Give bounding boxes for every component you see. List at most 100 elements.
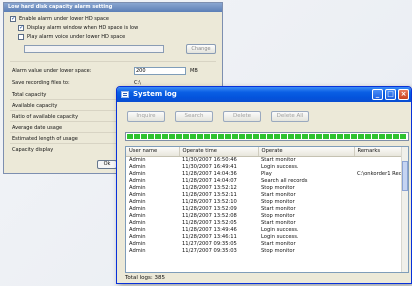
table-row[interactable]: Admin 11/28/2007 13:52:09 Start monitor bbox=[126, 205, 408, 213]
operate-cell: Search all records bbox=[261, 177, 308, 184]
user-name-cell: Admin bbox=[129, 198, 146, 205]
user-name-cell: Admin bbox=[129, 170, 146, 177]
column-header-user-name[interactable]: User name bbox=[126, 147, 180, 157]
enable-alarm-label: Enable alarm under lower HD space bbox=[19, 16, 109, 22]
delete-all-button[interactable]: Delete All bbox=[271, 111, 309, 122]
operate-cell: Start monitor bbox=[261, 240, 296, 247]
scrollbar-thumb[interactable] bbox=[402, 161, 408, 191]
user-name-cell: Admin bbox=[129, 219, 146, 226]
checkbox-box[interactable] bbox=[18, 24, 24, 31]
system-log-window: System log _ □ × Inquire Search Delete D… bbox=[116, 86, 412, 284]
user-name-cell: Admin bbox=[129, 184, 146, 191]
total-logs-status: Total logs: 385 bbox=[125, 275, 165, 281]
user-name-cell: Admin bbox=[129, 247, 146, 254]
operate-time-cell: 11/28/2007 14:04:07 bbox=[182, 177, 237, 184]
operate-time-cell: 11/28/2007 14:04:36 bbox=[182, 170, 237, 177]
display-alarm-window-label: Display alarm window when HD space is lo… bbox=[27, 25, 139, 31]
log-table-body: Admin 11/30/2007 16:50:46 Start monitor Adm… bbox=[126, 156, 408, 255]
operate-time-cell: 11/28/2007 13:52:05 bbox=[182, 219, 237, 226]
table-row[interactable]: Admin 11/28/2007 13:52:11 Start monitor bbox=[126, 191, 408, 199]
system-log-titlebar[interactable]: System log _ □ × bbox=[117, 87, 411, 102]
capacity-display-label: Capacity display bbox=[12, 147, 54, 153]
table-header-row: User name Operate time Operate Remarks bbox=[126, 147, 408, 157]
display-alarm-window-checkbox[interactable]: Display alarm window when HD space is lo… bbox=[18, 24, 139, 31]
table-row[interactable]: Admin 11/28/2007 14:04:07 Search all recor… bbox=[126, 177, 408, 185]
delete-button[interactable]: Delete bbox=[223, 111, 261, 122]
column-header-operate[interactable]: Operate bbox=[258, 147, 355, 157]
operate-time-cell: 11/30/2007 16:49:41 bbox=[182, 163, 237, 170]
alarm-value-input[interactable] bbox=[134, 67, 186, 75]
ok-button[interactable]: Ok bbox=[97, 160, 117, 169]
operate-time-cell: 11/27/2007 09:35:05 bbox=[182, 240, 237, 247]
user-name-cell: Admin bbox=[129, 212, 146, 219]
inquire-button[interactable]: Inquire bbox=[127, 111, 165, 122]
total-capacity-label: Total capacity bbox=[12, 92, 47, 98]
operate-cell: Login success. bbox=[261, 233, 299, 240]
search-button[interactable]: Search bbox=[175, 111, 213, 122]
log-table[interactable]: User name Operate time Operate Remarks A… bbox=[125, 146, 409, 273]
save-path-label: Save recording files to: bbox=[12, 80, 70, 86]
table-row[interactable]: Admin 11/28/2007 13:52:12 Stop monitor bbox=[126, 184, 408, 192]
user-name-cell: Admin bbox=[129, 240, 146, 247]
estimated-length-label: Estimated length of usage bbox=[12, 136, 78, 142]
operate-time-cell: 11/28/2007 13:49:46 bbox=[182, 226, 237, 233]
play-alarm-voice-label: Play alarm voice under lower HD space bbox=[27, 34, 126, 40]
table-row[interactable]: Admin 11/27/2007 09:35:03 Stop monitor bbox=[126, 247, 408, 255]
app-icon bbox=[121, 91, 129, 98]
user-name-cell: Admin bbox=[129, 233, 146, 240]
operate-cell: Start monitor bbox=[261, 156, 296, 163]
user-name-cell: Admin bbox=[129, 156, 146, 163]
operate-cell: Stop monitor bbox=[261, 247, 295, 254]
table-row[interactable]: Admin 11/28/2007 13:52:08 Stop monitor bbox=[126, 212, 408, 220]
operate-time-cell: 11/27/2007 09:35:03 bbox=[182, 247, 237, 254]
table-row[interactable]: Admin 11/28/2007 13:52:05 Start monitor bbox=[126, 219, 408, 227]
operate-time-cell: 11/28/2007 13:52:10 bbox=[182, 198, 237, 205]
table-row[interactable]: Admin 11/28/2007 13:49:46 Login success. bbox=[126, 226, 408, 234]
operate-time-cell: 11/28/2007 13:52:09 bbox=[182, 205, 237, 212]
progress-fill bbox=[127, 134, 407, 139]
operate-cell: Start monitor bbox=[261, 219, 296, 226]
alarm-window-title: Low hard disk capacity alarm setting bbox=[4, 3, 222, 12]
alarm-value-label: Alarm value under lower space: bbox=[12, 68, 92, 74]
operate-cell: Stop monitor bbox=[261, 198, 295, 205]
play-alarm-voice-checkbox[interactable]: Play alarm voice under lower HD space bbox=[18, 34, 125, 40]
alarm-unit-label: MB bbox=[190, 68, 198, 74]
maximize-icon[interactable]: □ bbox=[385, 89, 396, 100]
table-row[interactable]: Admin 11/28/2007 13:52:10 Stop monitor bbox=[126, 198, 408, 206]
vertical-scrollbar[interactable] bbox=[401, 147, 408, 272]
operate-cell: Start monitor bbox=[261, 191, 296, 198]
table-row[interactable]: Admin 11/28/2007 14:04:36 Play C:\onkorder1… bbox=[126, 170, 408, 178]
checkbox-box[interactable] bbox=[10, 15, 16, 22]
system-log-title: System log bbox=[133, 90, 177, 98]
available-capacity-label: Available capacity bbox=[12, 103, 58, 109]
operate-cell: Stop monitor bbox=[261, 184, 295, 191]
operate-time-cell: 11/28/2007 13:46:11 bbox=[182, 233, 237, 240]
operate-cell: Start monitor bbox=[261, 205, 296, 212]
voice-file-path-field[interactable] bbox=[24, 45, 164, 53]
close-icon[interactable]: × bbox=[398, 89, 409, 100]
table-row[interactable]: Admin 11/30/2007 16:50:46 Start monitor bbox=[126, 156, 408, 164]
progress-bar bbox=[125, 132, 409, 141]
user-name-cell: Admin bbox=[129, 191, 146, 198]
operate-time-cell: 11/28/2007 13:52:08 bbox=[182, 212, 237, 219]
ratio-capacity-label: Ratio of available capacity bbox=[12, 114, 79, 120]
user-name-cell: Admin bbox=[129, 163, 146, 170]
operate-cell: Stop monitor bbox=[261, 212, 295, 219]
minimize-icon[interactable]: _ bbox=[372, 89, 383, 100]
column-header-operate-time[interactable]: Operate time bbox=[179, 147, 259, 157]
checkbox-box[interactable] bbox=[18, 34, 24, 40]
table-row[interactable]: Admin 11/30/2007 16:49:41 Login success. bbox=[126, 163, 408, 171]
operate-cell: Play bbox=[261, 170, 272, 177]
operate-time-cell: 11/28/2007 13:52:12 bbox=[182, 184, 237, 191]
separator bbox=[10, 61, 216, 62]
table-row[interactable]: Admin 11/27/2007 09:35:05 Start monitor bbox=[126, 240, 408, 248]
operate-cell: Login success. bbox=[261, 163, 299, 170]
average-usage-label: Average date usage bbox=[12, 125, 63, 131]
enable-alarm-checkbox[interactable]: Enable alarm under lower HD space bbox=[10, 15, 109, 22]
table-row[interactable]: Admin 11/28/2007 13:46:11 Login success. bbox=[126, 233, 408, 241]
user-name-cell: Admin bbox=[129, 177, 146, 184]
change-button[interactable]: Change bbox=[186, 44, 216, 54]
user-name-cell: Admin bbox=[129, 205, 146, 212]
operate-time-cell: 11/30/2007 16:50:46 bbox=[182, 156, 237, 163]
operate-cell: Login success. bbox=[261, 226, 299, 233]
